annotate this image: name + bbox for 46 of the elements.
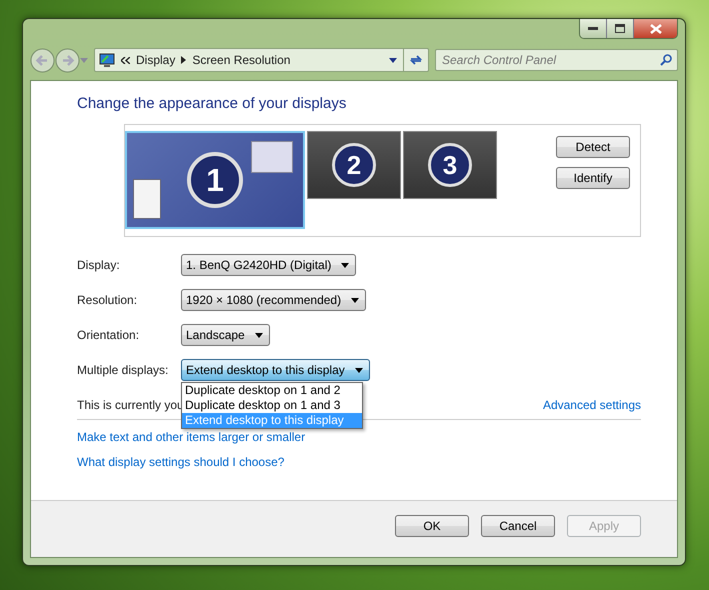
- breadcrumb-arrow-icon: [181, 56, 186, 64]
- overflow-chevron-icon: [121, 56, 130, 64]
- dropdown-arrow-icon: [254, 332, 263, 338]
- address-bar[interactable]: Display Screen Resolution: [94, 48, 429, 72]
- search-field[interactable]: Search Control Panel: [435, 49, 678, 71]
- maximize-icon: [615, 24, 625, 33]
- refresh-icon: [409, 54, 423, 66]
- help-link[interactable]: Make text and other items larger or smaller: [77, 430, 306, 444]
- monitor-number: 1: [187, 152, 243, 208]
- page-heading: Change the appearance of your displays: [77, 95, 348, 112]
- breadcrumb-item[interactable]: Screen Resolution: [192, 53, 290, 67]
- dropdown-arrow-icon: [354, 368, 363, 372]
- dialog-button[interactable]: Cancel: [481, 515, 555, 537]
- monitor-tile[interactable]: 2: [307, 131, 401, 199]
- dropdown-option[interactable]: Duplicate desktop on 1 and 2: [182, 383, 362, 398]
- minimize-button[interactable]: [580, 19, 607, 38]
- close-button[interactable]: [634, 19, 677, 38]
- window-thumbnail-drawing: [251, 141, 293, 173]
- dropdown-arrow-icon: [341, 262, 350, 268]
- monitor-number: 2: [332, 143, 376, 187]
- breadcrumb-item[interactable]: Display: [136, 53, 176, 67]
- field-label: Display:: [77, 258, 121, 272]
- dropdown-field[interactable]: Landscape: [181, 324, 270, 346]
- monitor-icon: [99, 52, 115, 68]
- dropdown-option[interactable]: Duplicate desktop on 1 and 3: [182, 398, 362, 413]
- dropdown-arrow-icon[interactable]: [389, 58, 397, 62]
- dropdown-arrow-icon: [351, 298, 360, 302]
- field-label: Resolution:: [77, 293, 138, 307]
- minimize-icon: [588, 26, 598, 30]
- help-link[interactable]: What display settings should I choose?: [77, 455, 284, 469]
- close-icon: [650, 24, 662, 34]
- maximize-button[interactable]: [607, 19, 634, 38]
- field-label: Orientation:: [77, 328, 140, 342]
- dropdown-field[interactable]: 1. BenQ G2420HD (Digital): [181, 254, 356, 276]
- dropdown-field[interactable]: Extend desktop to this display: [181, 359, 370, 381]
- search-icon: [660, 54, 672, 66]
- monitor-button[interactable]: Detect: [556, 136, 630, 158]
- field-label: Multiple displays:: [77, 363, 170, 377]
- dropdown-field[interactable]: 1920 × 1080 (recommended): [181, 289, 366, 311]
- dialog-button[interactable]: OK: [395, 515, 469, 537]
- monitor-button[interactable]: Identify: [556, 167, 630, 189]
- monitor-tile[interactable]: 1: [125, 131, 305, 229]
- monitor-tile[interactable]: 3: [403, 131, 497, 199]
- monitor-number: 3: [428, 143, 472, 187]
- advanced-settings-link[interactable]: Advanced settings: [542, 398, 641, 412]
- window-thumbnail-drawing: [133, 179, 161, 219]
